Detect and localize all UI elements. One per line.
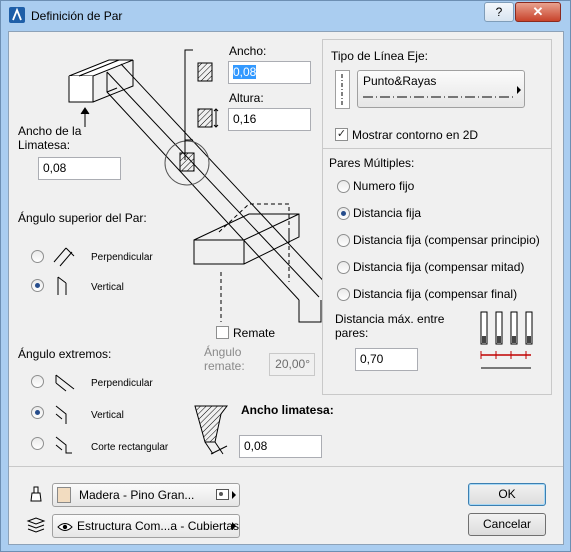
material-picker-icon [216,489,229,500]
ancho-limatesa-label: Ancho de la Limatesa: [18,124,82,152]
numero-fijo-radio[interactable] [337,180,350,193]
rafter-spacing-icon [480,311,533,369]
compensar-principio-radio[interactable] [337,234,350,247]
height-section-icon [197,108,219,128]
title-bar[interactable]: Definición de Par ? ✕ [1,1,570,31]
extremos-perpendicular-icon [55,374,75,392]
eye-icon [57,523,73,531]
distancia-fija-label: Distancia fija [353,206,422,220]
remate-checkbox[interactable] [216,326,229,339]
close-button[interactable]: ✕ [515,2,561,22]
angulo-remate-label: Ángulo remate: [204,345,245,373]
material-value: Madera - Pino Gran... [79,488,195,502]
compensar-mitad-radio[interactable] [337,261,350,274]
perpendicular-cut-icon [53,247,75,267]
layer-arrow-icon [232,522,236,530]
angulo-remate-input: 20,00° [269,353,315,376]
extremos-corte-radio[interactable] [31,437,44,450]
window-title: Definición de Par [31,9,123,23]
axis-line-preview-icon [335,70,350,109]
limatesa-width-icon [194,405,228,455]
superior-vertical-radio[interactable] [31,279,44,292]
tipo-linea-label: Tipo de Línea Eje: [331,49,428,63]
mostrar-contorno-checkbox[interactable]: ✓ [335,128,348,141]
extremos-vertical-icon [55,405,67,424]
material-arrow-icon [232,491,236,499]
altura-input[interactable]: 0,16 [228,108,311,131]
dropdown-arrow-icon [517,86,521,94]
tipo-linea-value: Punto&Rayas [363,74,437,88]
dash-dot-line-icon [363,96,513,98]
extremos-corte-label: Corte rectangular [91,442,169,453]
ok-button[interactable]: OK [468,483,546,506]
archicad-icon [9,7,25,23]
material-dropdown[interactable]: Madera - Pino Gran... [52,483,240,507]
extremos-vertical-radio[interactable] [31,406,44,419]
layer-dropdown[interactable]: Estructura Com...a - Cubiertas [52,514,240,538]
distancia-fija-radio[interactable] [337,207,350,220]
ancho-label: Ancho: [229,44,267,58]
layers-icon [26,517,46,533]
ancho-limatesa2-label: Ancho limatesa: [241,403,334,417]
distancia-max-input[interactable]: 0,70 [355,348,418,371]
compensar-final-radio[interactable] [337,288,350,301]
mostrar-contorno-label: Mostrar contorno en 2D [352,128,479,142]
numero-fijo-label: Numero fijo [353,179,415,193]
brush-icon [30,486,42,502]
extremos-perpendicular-label: Perpendicular [91,378,153,389]
layer-value: Estructura Com...a - Cubiertas [77,519,240,533]
dialog-client: Ancho: 0,08 Altura: 0,16 Ancho de la Lim… [8,31,564,545]
altura-label: Altura: [229,91,264,105]
angulo-extremos-label: Ángulo extremos: [18,347,112,361]
superior-vertical-label: Vertical [91,282,124,293]
ancho-limatesa2-input[interactable]: 0,08 [239,435,322,458]
superior-perpendicular-label: Perpendicular [91,252,153,263]
compensar-final-label: Distancia fija (compensar final) [353,287,518,301]
bottom-separator [9,466,563,467]
tipo-linea-dropdown[interactable]: Punto&Rayas [357,70,525,108]
extremos-corte-icon [55,436,72,454]
ancho-value: 0,08 [233,65,257,79]
remate-label: Remate [233,326,276,340]
help-button[interactable]: ? [484,2,514,22]
superior-perpendicular-radio[interactable] [31,250,44,263]
vertical-cut-icon [57,276,67,295]
extremos-perpendicular-radio[interactable] [31,375,44,388]
compensar-mitad-label: Distancia fija (compensar mitad) [353,260,525,274]
compensar-principio-label: Distancia fija (compensar principio) [353,233,540,247]
ancho-limatesa-input[interactable]: 0,08 [38,157,121,180]
distancia-max-label: Distancia máx. entre pares: [335,312,445,340]
extremos-vertical-label: Vertical [91,410,124,421]
width-section-icon [197,62,213,82]
angulo-superior-label: Ángulo superior del Par: [18,211,147,225]
pares-multiples-label: Pares Múltiples: [329,156,415,170]
dialog-window: Definición de Par ? ✕ Ancho: 0,08 Altura… [0,0,571,552]
cancel-button[interactable]: Cancelar [468,513,546,536]
ancho-input[interactable]: 0,08 [228,61,311,84]
material-swatch [57,487,71,503]
right-panel-separator [323,148,551,149]
